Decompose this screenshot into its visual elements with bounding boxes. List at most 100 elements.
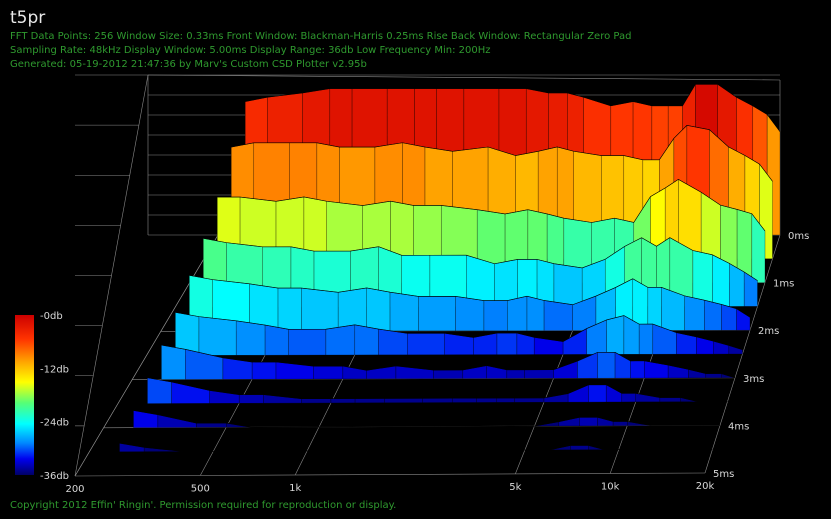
waterfall-slice-segment	[277, 287, 302, 332]
waterfall-slice-segment	[712, 254, 730, 307]
time-tick-label: 4ms	[728, 421, 749, 432]
waterfall-slice-segment	[354, 324, 379, 356]
waterfall-slice-segment	[338, 287, 367, 332]
x-tick-label: 1k	[289, 483, 301, 494]
waterfall-slice-segment	[524, 369, 554, 379]
waterfall-slice-segment	[705, 373, 722, 379]
waterfall-slice-segment	[577, 352, 598, 379]
waterfall-slice-segment	[264, 324, 289, 356]
waterfall-slice-segment	[567, 384, 589, 403]
waterfall-slice-segment	[570, 445, 589, 450]
x-tick-label: 20k	[696, 481, 715, 492]
waterfall-slice-segment	[389, 292, 419, 332]
db-tick-label: -12db	[40, 364, 69, 375]
waterfall-slice-segment	[606, 315, 625, 355]
waterfall-slice-segment	[659, 397, 681, 402]
color-scale-bar	[15, 315, 34, 475]
waterfall-slice-segment	[728, 345, 743, 355]
waterfall-slice-segment	[704, 299, 722, 331]
x-tick-label: 500	[191, 483, 210, 494]
grid-line	[74, 472, 706, 477]
waterfall-slice-segment	[483, 300, 508, 331]
waterfall-slice-segment	[301, 287, 339, 332]
waterfall-slice-segment	[236, 320, 266, 356]
waterfall-slice-segment	[543, 300, 573, 331]
waterfall-slice-segment	[579, 417, 598, 427]
waterfall-slice-segment	[614, 352, 631, 379]
waterfall-slice-segment	[597, 417, 614, 427]
time-tick-label: 1ms	[773, 279, 794, 290]
waterfall-slice-segment	[684, 295, 705, 331]
waterfall-slice-segment	[736, 308, 751, 331]
waterfall-slice-segment	[553, 263, 583, 307]
waterfall-slice-line	[119, 442, 713, 452]
waterfall-slice-segment	[635, 393, 661, 403]
waterfall-slice-segment	[196, 422, 227, 428]
waterfall-slice-segment	[506, 369, 525, 379]
waterfall-slice-segment	[558, 417, 580, 427]
waterfall-slice-segment	[161, 344, 186, 380]
db-tick-label: -36db	[40, 471, 69, 482]
waterfall-slice-segment	[422, 398, 453, 403]
waterfall-slice-segment	[452, 398, 477, 403]
waterfall-slice-segment	[251, 361, 277, 380]
waterfall-slice-segment	[222, 357, 253, 380]
waterfall-slice-segment	[433, 369, 463, 379]
waterfall-slice-segment	[514, 397, 545, 403]
waterfall-slice-segment	[198, 316, 237, 356]
waterfall-slice-segment	[384, 398, 423, 403]
waterfall-slice-segment	[612, 421, 628, 426]
waterfall-slice-segment	[325, 324, 355, 356]
waterfall-slice-segment	[507, 296, 528, 331]
x-tick-label: 10k	[601, 481, 620, 492]
waterfall-slice-segment	[171, 381, 210, 404]
db-scale-labels: -0db -12db -24db -36db	[40, 311, 69, 482]
waterfall-slice-segment	[476, 397, 497, 403]
waterfall-slice-segment	[588, 384, 607, 403]
waterfall-slice-segment	[275, 361, 314, 380]
waterfall-slice-segment	[534, 337, 564, 355]
copyright-notice: Copyright 2012 Effin' Ringin'. Permissio…	[10, 500, 397, 511]
time-tick-label: 0ms	[788, 231, 809, 242]
waterfall-slice-segment	[418, 296, 456, 332]
time-tick-label: 3ms	[743, 374, 764, 385]
waterfall-slice-segment	[676, 332, 697, 355]
waterfall-slice-segment	[354, 398, 385, 404]
waterfall-slice-segment	[157, 414, 197, 428]
frequency-axis: 200 500 1k 5k 10k 20k	[65, 481, 714, 495]
waterfall-slice-segment	[696, 336, 714, 355]
waterfall-surface	[119, 83, 781, 452]
waterfall-slice-segment	[543, 393, 569, 403]
waterfall-slice-segment	[639, 323, 653, 355]
waterfall-slice-segment	[597, 352, 616, 379]
waterfall-slice-segment	[526, 296, 545, 331]
waterfall-slice-segment	[496, 397, 515, 403]
time-tick-label: 2ms	[758, 326, 779, 337]
x-tick-label: 5k	[509, 482, 521, 493]
waterfall-slice-segment	[516, 332, 535, 355]
waterfall-slice-segment	[119, 442, 145, 452]
waterfall-slice-segment	[288, 329, 327, 356]
waterfall-slice-segment	[644, 360, 669, 379]
waterfall-slice-segment	[366, 287, 391, 332]
waterfall-slice-segment	[263, 394, 302, 404]
waterfall-slice-segment	[496, 332, 518, 355]
waterfall-slice-segment	[313, 365, 344, 380]
waterfall-slice-segment	[407, 333, 445, 355]
waterfall-slice-segment	[133, 410, 159, 428]
db-tick-label: -24db	[40, 418, 69, 429]
waterfall-slice-segment	[553, 360, 578, 379]
waterfall-slice-segment	[330, 398, 356, 404]
x-tick-label: 200	[65, 484, 84, 495]
waterfall-slice-segment	[301, 398, 332, 404]
waterfall-slice-segment	[562, 328, 587, 355]
time-tick-label: 5ms	[713, 469, 734, 480]
db-tick-label: -0db	[40, 311, 63, 322]
waterfall-slice-segment	[455, 296, 485, 331]
waterfall-slice-segment	[688, 369, 706, 379]
csd-waterfall-plot: 200 500 1k 5k 10k 20k 0ms 1ms 2ms 3ms 4ms 5ms -0db…	[15, 74, 809, 495]
grid-line	[147, 74, 781, 81]
waterfall-slice-segment	[473, 332, 498, 355]
waterfall-slice-segment	[621, 393, 636, 403]
waterfall-slice-segment	[239, 394, 264, 404]
